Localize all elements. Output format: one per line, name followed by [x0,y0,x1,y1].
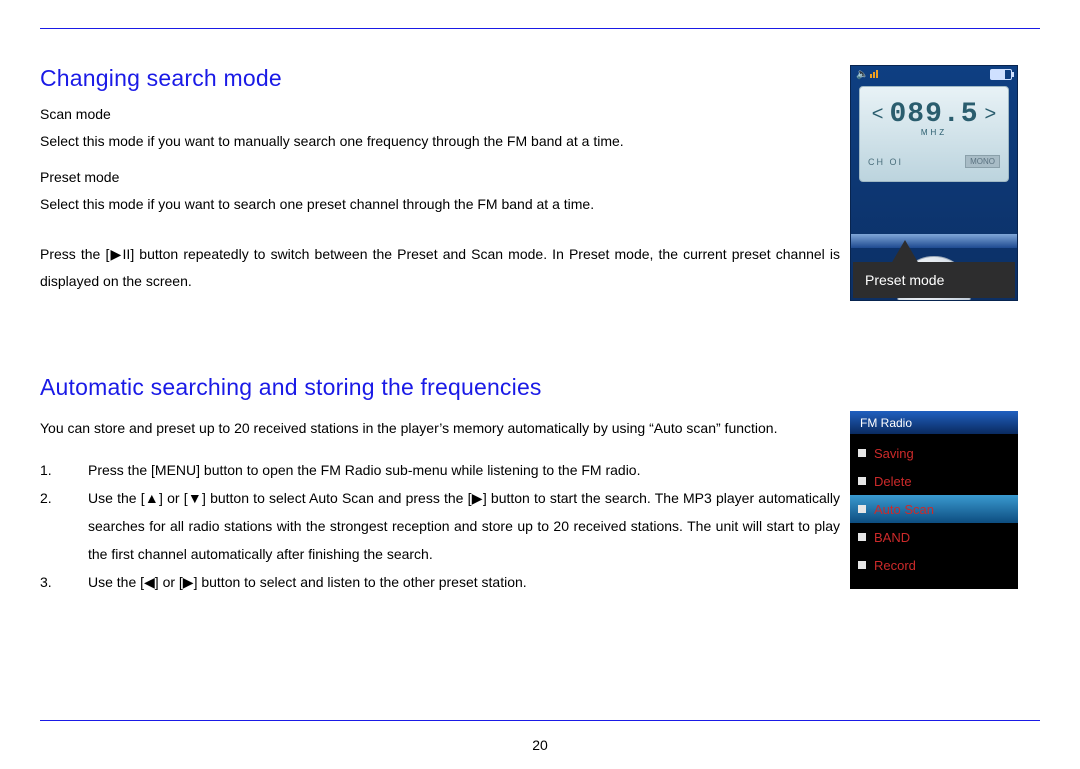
right-arrow-icon: > [985,103,997,126]
scan-mode-subhead: Scan mode [40,106,840,122]
press-button-paragraph: Press the [▶II] button repeatedly to swi… [40,241,840,294]
content-column: Changing search mode Scan mode Select th… [40,43,840,596]
step-item: 1. Press the [MENU] button to open the F… [40,456,840,484]
heading-changing-search-mode: Changing search mode [40,65,840,92]
callout-label: Preset mode [853,262,1015,298]
bullet-icon [858,533,866,541]
manual-page: Changing search mode Scan mode Select th… [0,0,1080,769]
bullet-icon [858,505,866,513]
scan-mode-description: Select this mode if you want to manually… [40,128,840,155]
step-text: Use the [◀] or [▶] button to select and … [88,568,840,596]
two-column-layout: Changing search mode Scan mode Select th… [40,43,1040,596]
bullet-icon [858,477,866,485]
menu-item-band: BAND [850,523,1018,551]
step-item: 3. Use the [◀] or [▶] button to select a… [40,568,840,596]
bullet-icon [858,449,866,457]
bullet-icon [858,561,866,569]
left-arrow-icon: < [872,103,884,126]
device-status-bar: 🔈 [851,66,1017,82]
fm-menu-illustration: FM Radio Saving Delete Auto Scan BAND Re… [850,411,1018,589]
menu-list: Saving Delete Auto Scan BAND Record [850,435,1018,589]
bottom-divider [40,720,1040,721]
menu-item-label: Record [874,558,916,573]
device-band [851,234,1017,248]
step-number: 1. [40,456,88,484]
speaker-icon: 🔈 [856,69,868,80]
menu-item-auto-scan: Auto Scan [850,495,1018,523]
battery-icon [990,69,1012,80]
menu-item-label: BAND [874,530,910,545]
step-number: 2. [40,484,88,568]
play-pause-icon: ▶II [109,246,130,262]
frequency-value: 089.5 [889,99,978,130]
step-item: 2. Use the [▲] or [▼] button to select A… [40,484,840,568]
step-number: 3. [40,568,88,596]
menu-item-record: Record [850,551,1018,579]
menu-title-bar: FM Radio [850,411,1018,435]
step-text: Press the [MENU] button to open the FM R… [88,456,840,484]
menu-item-saving: Saving [850,439,1018,467]
heading-automatic-searching: Automatic searching and storing the freq… [40,374,840,401]
step-text: Use the [▲] or [▼] button to select Auto… [88,484,840,568]
preset-mode-subhead: Preset mode [40,169,840,185]
mhz-label: MHZ [860,128,1008,137]
menu-title: FM Radio [860,416,912,430]
menu-item-delete: Delete [850,467,1018,495]
preset-mode-description: Select this mode if you want to search o… [40,191,840,218]
channel-label: CH OI [868,157,903,167]
page-number: 20 [0,737,1080,753]
mono-badge: MONO [965,155,1000,168]
steps-list: 1. Press the [MENU] button to open the F… [40,456,840,596]
callout-pointer-icon [891,240,919,264]
volume-bars-icon [870,70,878,78]
callout-text: Preset mode [865,272,944,288]
auto-intro-paragraph: You can store and preset up to 20 receiv… [40,415,840,442]
press-text-pre: Press the [ [40,246,109,262]
menu-item-label: Auto Scan [874,502,934,517]
menu-item-label: Delete [874,474,912,489]
menu-item-label: Saving [874,446,914,461]
fm-tuner-illustration: 🔈 < 089.5 > MHZ CH OI [850,65,1018,301]
top-divider [40,28,1040,29]
lcd-panel: < 089.5 > MHZ CH OI MONO [859,86,1009,182]
illustration-column: 🔈 < 089.5 > MHZ CH OI [850,43,1040,596]
press-text-post: ] button repeatedly to switch between th… [40,246,840,289]
